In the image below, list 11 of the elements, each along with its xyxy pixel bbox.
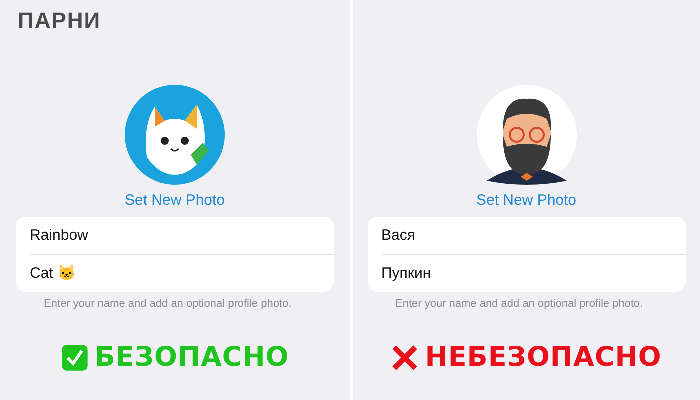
verdict-label: БЕЗОПАСНО — [94, 342, 290, 373]
hint-text: Enter your name and add an optional profile photo. — [43, 298, 293, 310]
brand-logo: ПАРНИ — [18, 8, 102, 34]
name-field[interactable]: Пупкин — [382, 254, 686, 292]
name-field[interactable]: Cat 🐱 — [30, 254, 334, 292]
name-field[interactable]: Rainbow — [16, 217, 334, 254]
cross-icon — [391, 344, 420, 372]
hint-text: Enter your name and add an optional profile photo. — [394, 298, 644, 310]
check-mark-icon — [60, 344, 89, 372]
verdict-label: НЕБЕЗОПАСНО — [425, 342, 662, 373]
name-field[interactable]: Вася — [368, 217, 686, 254]
